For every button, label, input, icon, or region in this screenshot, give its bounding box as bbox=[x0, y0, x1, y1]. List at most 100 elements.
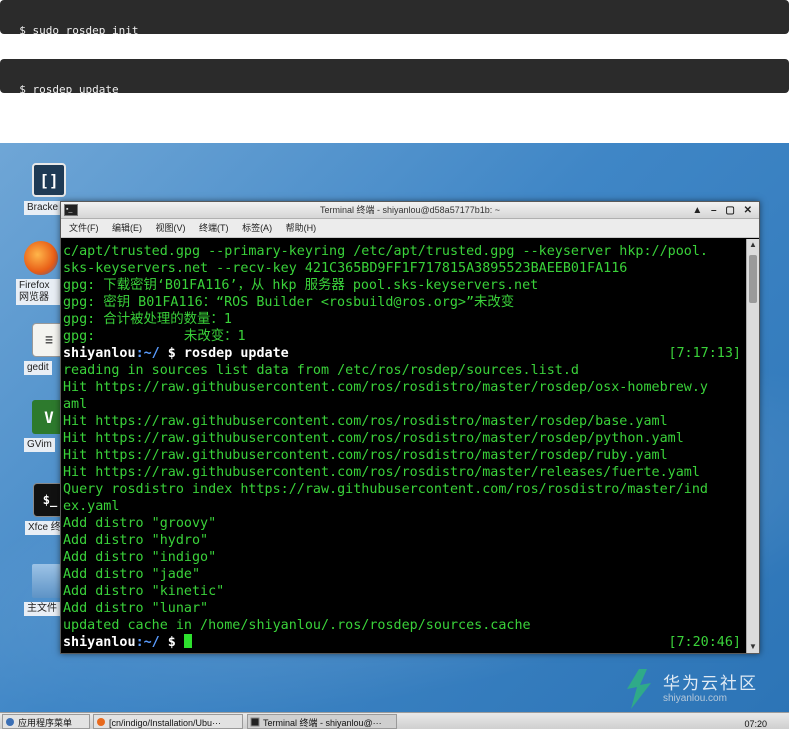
desktop-screenshot: [] Bracke Firefox 网览器 ≡ gedit V GVim $_ … bbox=[0, 143, 789, 729]
terminal-output[interactable]: c/apt/trusted.gpg --primary-keyring /etc… bbox=[63, 239, 745, 653]
terminal-line-text: Query rosdistro index https://raw.github… bbox=[63, 482, 708, 497]
terminal-line-text: Hit https://raw.githubusercontent.com/ro… bbox=[63, 448, 668, 463]
taskbar: 应用程序菜单 [cn/indigo/Installation/Ubu··· Te… bbox=[0, 712, 789, 729]
terminal-line: Add distro "groovy" bbox=[63, 515, 745, 532]
terminal-line-text: gpg: 密钥 B01FA116：“ROS Builder <rosbuild@… bbox=[63, 295, 515, 310]
prompt-user: shiyanlou bbox=[63, 346, 136, 361]
scroll-down-arrow-icon[interactable]: ▼ bbox=[747, 641, 759, 653]
terminal-line: Add distro "indigo" bbox=[63, 549, 745, 566]
terminal-line-text: $ rosdep update bbox=[159, 346, 289, 361]
terminal-line: shiyanlou:~/ $ [7:20:46] bbox=[63, 634, 745, 651]
terminal-line-text: ex.yaml bbox=[63, 499, 120, 514]
scroll-thumb[interactable] bbox=[749, 255, 757, 303]
terminal-line: aml bbox=[63, 396, 745, 413]
terminal-line: shiyanlou:~/ $ rosdep update [7:17:13] bbox=[63, 345, 745, 362]
terminal-line: ex.yaml bbox=[63, 498, 745, 515]
terminal-icon bbox=[250, 717, 260, 727]
terminal-line: Add distro "jade" bbox=[63, 566, 745, 583]
terminal-line: gpg: 合计被处理的数量：1 bbox=[63, 311, 745, 328]
terminal-line: gpg: 未改变：1 bbox=[63, 328, 745, 345]
taskbar-item-label: Terminal 终端 - shiyanlou@··· bbox=[263, 718, 382, 728]
terminal-line: Hit https://raw.githubusercontent.com/ro… bbox=[63, 413, 745, 430]
watermark-logo-icon bbox=[627, 669, 651, 709]
terminal-line-text: Hit https://raw.githubusercontent.com/ro… bbox=[63, 431, 684, 446]
terminal-line-text: c/apt/trusted.gpg --primary-keyring /etc… bbox=[63, 244, 708, 259]
brackets-icon: [] bbox=[32, 163, 66, 197]
terminal-line: gpg: 密钥 B01FA116：“ROS Builder <rosbuild@… bbox=[63, 294, 745, 311]
desktop-icon-label: gedit bbox=[24, 361, 52, 375]
terminal-line: Query rosdistro index https://raw.github… bbox=[63, 481, 745, 498]
terminal-scrollbar[interactable]: ▲ ▼ bbox=[746, 239, 759, 653]
command-text: $ rosdep update bbox=[19, 83, 119, 96]
terminal-line: Hit https://raw.githubusercontent.com/ro… bbox=[63, 379, 745, 396]
command-text: $ sudo rosdep init bbox=[19, 24, 139, 37]
terminal-line-text: Add distro "indigo" bbox=[63, 550, 217, 565]
desktop-icon-label: GVim bbox=[24, 438, 55, 452]
menu-file[interactable]: 文件(F) bbox=[69, 223, 99, 233]
scroll-up-arrow-icon[interactable]: ▲ bbox=[747, 239, 759, 251]
taskbar-item-terminal[interactable]: Terminal 终端 - shiyanlou@··· bbox=[247, 714, 397, 729]
terminal-line-text: Hit https://raw.githubusercontent.com/ro… bbox=[63, 414, 668, 429]
menu-view[interactable]: 视图(V) bbox=[156, 223, 186, 233]
terminal-line: updated cache in /home/shiyanlou/.ros/ro… bbox=[63, 617, 745, 634]
terminal-line: reading in sources list data from /etc/r… bbox=[63, 362, 745, 379]
terminal-line-text: Add distro "jade" bbox=[63, 567, 201, 582]
watermark-text: 华为云社区 bbox=[663, 674, 758, 693]
terminal-cursor bbox=[183, 634, 192, 648]
prompt-timestamp: [7:17:13] bbox=[668, 346, 741, 361]
terminal-menubar: 文件(F) 编辑(E) 视图(V) 终端(T) 标签(A) 帮助(H) bbox=[61, 219, 759, 238]
terminal-line-text: gpg: 合计被处理的数量：1 bbox=[63, 312, 232, 327]
desktop-icon-label: Xfce 终 bbox=[25, 521, 64, 535]
desktop-icon-label: Firefox 网览器 bbox=[16, 279, 64, 305]
terminal-line: gpg: 下载密钥‘B01FA116’，从 hkp 服务器 pool.sks-k… bbox=[63, 277, 745, 294]
terminal-line-text: updated cache in /home/shiyanlou/.ros/ro… bbox=[63, 618, 531, 633]
terminal-line-text: Add distro "groovy" bbox=[63, 516, 217, 531]
terminal-line: Hit https://raw.githubusercontent.com/ro… bbox=[63, 464, 745, 481]
terminal-line-text: Hit https://raw.githubusercontent.com/ro… bbox=[63, 465, 700, 480]
menu-terminal[interactable]: 终端(T) bbox=[199, 223, 229, 233]
terminal-line-text: Add distro "lunar" bbox=[63, 601, 209, 616]
terminal-line: Add distro "lunar" bbox=[63, 600, 745, 617]
menu-tabs[interactable]: 标签(A) bbox=[242, 223, 272, 233]
terminal-line: sks-keyservers.net --recv-key 421C365BD9… bbox=[63, 260, 745, 277]
watermark-url: shiyanlou.com bbox=[663, 693, 727, 704]
menu-help[interactable]: 帮助(H) bbox=[286, 223, 317, 233]
terminal-line-text: Add distro "kinetic" bbox=[63, 584, 225, 599]
terminal-line: Add distro "kinetic" bbox=[63, 583, 745, 600]
terminal-app-icon: ▪_ bbox=[64, 204, 78, 216]
terminal-titlebar[interactable]: ▪_ Terminal 终端 - shiyanlou@d58a57177b1b:… bbox=[61, 202, 759, 219]
terminal-line-text: $ bbox=[159, 635, 184, 650]
terminal-window[interactable]: ▪_ Terminal 终端 - shiyanlou@d58a57177b1b:… bbox=[60, 201, 760, 654]
prompt-user: shiyanlou bbox=[63, 635, 136, 650]
menu-edit[interactable]: 编辑(E) bbox=[112, 223, 142, 233]
terminal-line: Hit https://raw.githubusercontent.com/ro… bbox=[63, 447, 745, 464]
terminal-line-text: gpg: 下载密钥‘B01FA116’，从 hkp 服务器 pool.sks-k… bbox=[63, 278, 539, 293]
desktop-icon-label: Bracke bbox=[24, 201, 62, 215]
applications-menu-button[interactable]: 应用程序菜单 bbox=[2, 714, 90, 729]
clock: 07:20 bbox=[744, 719, 767, 729]
applications-menu-icon bbox=[6, 718, 14, 726]
terminal-line-text: reading in sources list data from /etc/r… bbox=[63, 363, 579, 378]
command-block-rosdep-init: $ sudo rosdep init bbox=[0, 0, 789, 37]
terminal-line-text: Hit https://raw.githubusercontent.com/ro… bbox=[63, 380, 708, 395]
prompt-dir: :~/ bbox=[135, 635, 160, 650]
window-controls[interactable]: ▲ – ▢ ✕ bbox=[692, 202, 755, 219]
taskbar-item-label: [cn/indigo/Installation/Ubu··· bbox=[109, 718, 222, 728]
terminal-line: Hit https://raw.githubusercontent.com/ro… bbox=[63, 430, 745, 447]
terminal-line-text: sks-keyservers.net --recv-key 421C365BD9… bbox=[63, 261, 628, 276]
terminal-title: Terminal 终端 - shiyanlou@d58a57177b1b: ~ bbox=[320, 205, 500, 215]
terminal-line-text: Add distro "hydro" bbox=[63, 533, 209, 548]
firefox-icon bbox=[24, 241, 58, 275]
watermark: 华为云社区 shiyanlou.com bbox=[619, 667, 779, 711]
prompt-timestamp: [7:20:46] bbox=[668, 635, 741, 650]
firefox-icon bbox=[97, 718, 105, 726]
prompt-dir: :~/ bbox=[135, 346, 160, 361]
applications-menu-label: 应用程序菜单 bbox=[18, 718, 73, 728]
desktop-icon-label: 主文件 bbox=[24, 602, 60, 616]
command-block-rosdep-update: $ rosdep update bbox=[0, 59, 789, 96]
terminal-line: Add distro "hydro" bbox=[63, 532, 745, 549]
taskbar-item-browser[interactable]: [cn/indigo/Installation/Ubu··· bbox=[93, 714, 243, 729]
terminal-line: c/apt/trusted.gpg --primary-keyring /etc… bbox=[63, 243, 745, 260]
terminal-line-text: aml bbox=[63, 397, 88, 412]
terminal-line-text: gpg: 未改变：1 bbox=[63, 329, 246, 344]
